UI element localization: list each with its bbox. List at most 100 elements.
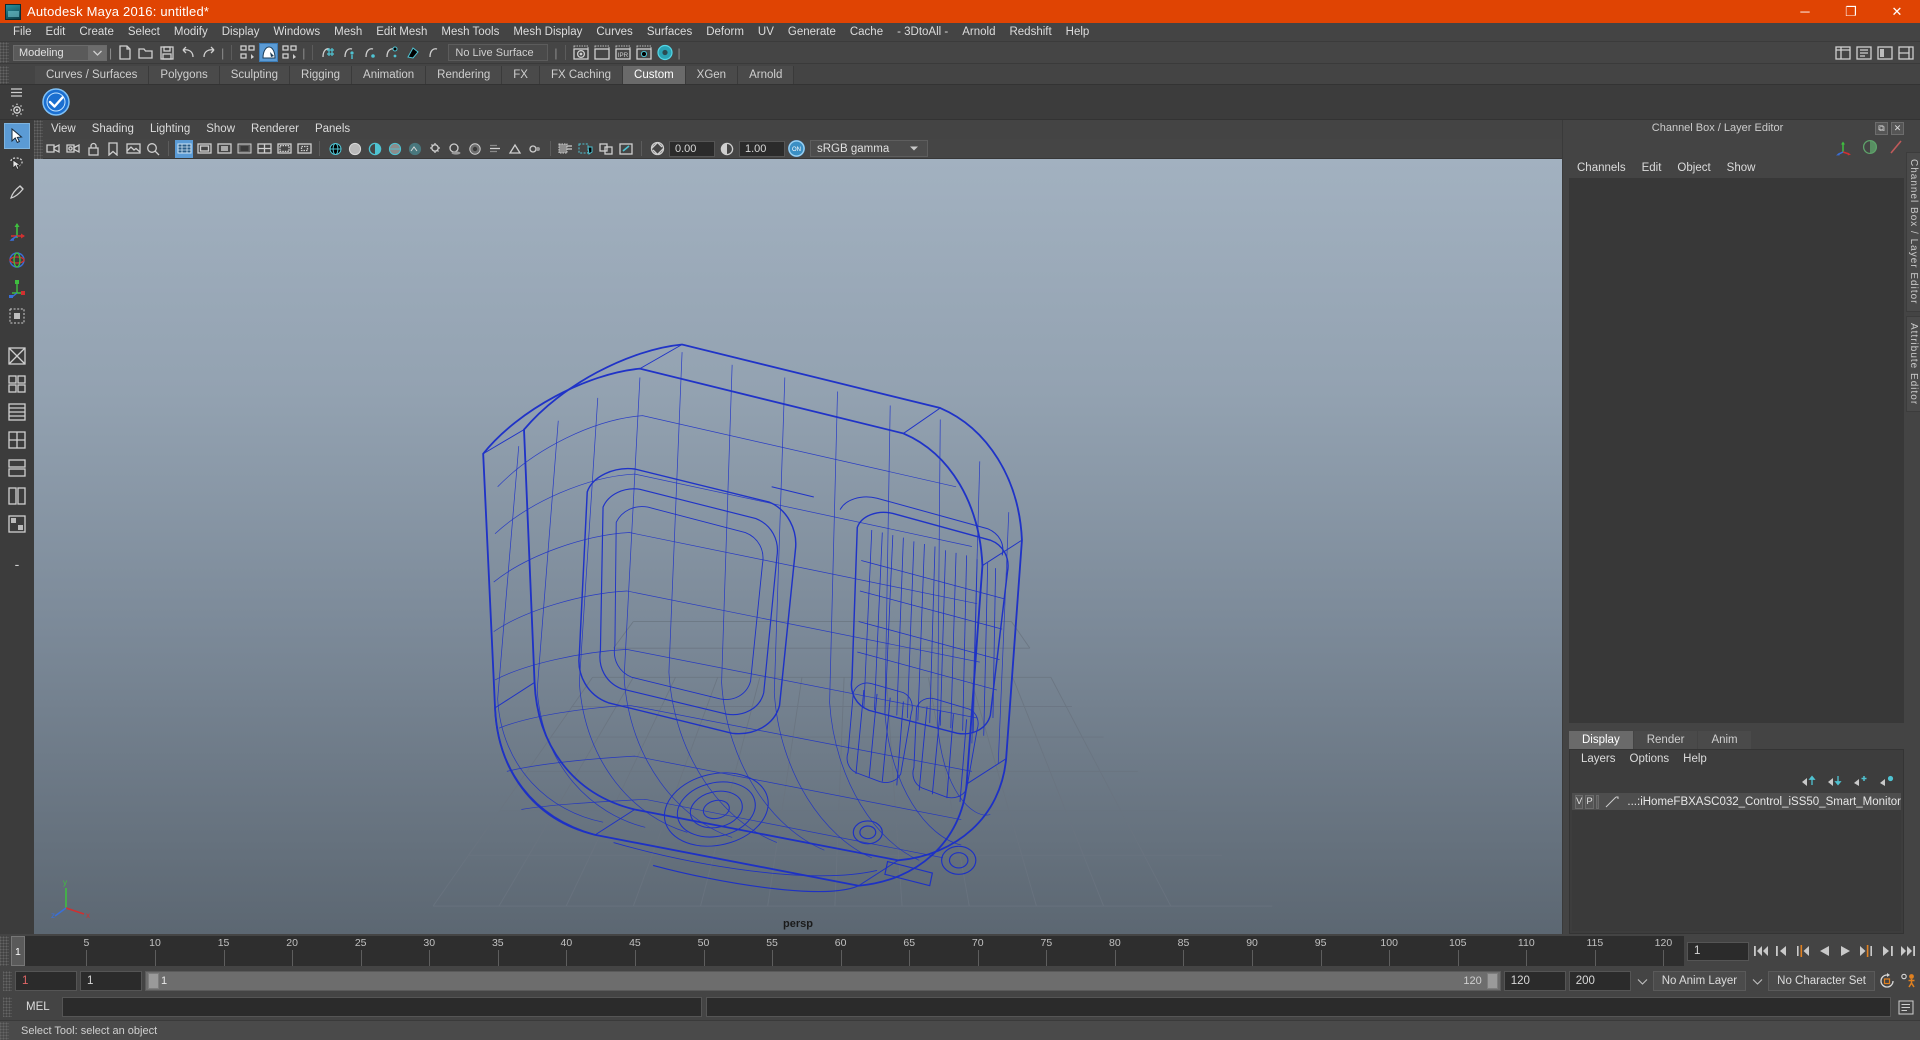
range-slider[interactable]: 1 120: [145, 971, 1501, 991]
menu-modify[interactable]: Modify: [167, 23, 215, 42]
layer-shading-icon[interactable]: [1604, 795, 1620, 809]
channel-box-list[interactable]: [1569, 178, 1904, 723]
menu-display[interactable]: Display: [215, 23, 267, 42]
viewport-toolbar-grip[interactable]: [34, 138, 43, 159]
layer-row[interactable]: V P ...:iHomeFBXASC032_Control_iSS50_Sma…: [1572, 793, 1901, 810]
shade-all-icon[interactable]: [366, 140, 384, 158]
collapse-toolbox-button[interactable]: -: [4, 551, 30, 577]
time-slider-grip[interactable]: [0, 936, 9, 966]
select-camera-icon[interactable]: [44, 140, 62, 158]
menu-generate[interactable]: Generate: [781, 23, 843, 42]
viewport-menu-lighting[interactable]: Lighting: [142, 120, 198, 139]
field-chart-icon[interactable]: [255, 140, 273, 158]
color-management-icon[interactable]: ON: [788, 140, 805, 157]
motion-blur-icon[interactable]: [486, 140, 504, 158]
wireframe-on-shaded-icon[interactable]: [386, 140, 404, 158]
rotate-tool[interactable]: [4, 247, 30, 273]
render-region-icon[interactable]: [593, 43, 612, 62]
exposure-field[interactable]: 0.00: [669, 140, 715, 157]
chevron-down-icon[interactable]: [1634, 978, 1651, 985]
move-tool[interactable]: [4, 219, 30, 245]
layer-tab-anim[interactable]: Anim: [1698, 731, 1751, 749]
menu-3dtoall[interactable]: - 3DtoAll -: [890, 23, 955, 42]
viewport-menu-view[interactable]: View: [43, 120, 84, 139]
film-gate-icon[interactable]: [195, 140, 213, 158]
snap-to-curve-icon[interactable]: [340, 43, 359, 62]
exposure-icon[interactable]: [648, 140, 666, 158]
depth-of-field-icon[interactable]: [526, 140, 544, 158]
menu-cache[interactable]: Cache: [843, 23, 890, 42]
slash-icon[interactable]: [1888, 139, 1904, 155]
shadows-icon[interactable]: [446, 140, 464, 158]
toolbar-divider-3[interactable]: |: [300, 46, 307, 60]
layer-menu-options[interactable]: Options: [1623, 750, 1677, 769]
anim-layer-field[interactable]: No Anim Layer: [1652, 971, 1747, 991]
screen-space-ao-icon[interactable]: [466, 140, 484, 158]
hypershade-icon[interactable]: [656, 43, 675, 62]
time-slider-track[interactable]: 1 5 10 15 20 25 30 35 40 45 50 55 60 65 70 75 80 85 90 95 1…: [11, 936, 1684, 966]
smooth-shade-icon[interactable]: [346, 140, 364, 158]
gear-icon[interactable]: [10, 103, 25, 118]
show-modeling-toolkit-icon[interactable]: [1896, 44, 1915, 63]
camera-attributes-icon[interactable]: [64, 140, 82, 158]
layer-visibility-toggle[interactable]: V: [1575, 794, 1584, 809]
shelf-tab-xgen[interactable]: XGen: [685, 66, 739, 84]
animation-preferences-icon[interactable]: [1899, 972, 1917, 991]
close-button[interactable]: ✕: [1874, 0, 1920, 23]
toolbar-divider-2[interactable]: |: [219, 46, 226, 60]
redo-icon[interactable]: [199, 43, 218, 62]
gamma-icon[interactable]: [718, 140, 736, 158]
animation-end-field[interactable]: 200: [1568, 971, 1631, 991]
status-bar-grip[interactable]: [0, 1021, 9, 1040]
gamma-field[interactable]: 1.00: [739, 140, 785, 157]
channel-menu-edit[interactable]: Edit: [1634, 158, 1670, 178]
menu-select[interactable]: Select: [121, 23, 167, 42]
select-by-hierarchy-icon[interactable]: [238, 43, 257, 62]
new-layer-icon[interactable]: [1853, 774, 1869, 787]
snap-to-grid-icon[interactable]: [319, 43, 338, 62]
shelf-tab-arnold[interactable]: Arnold: [738, 66, 795, 84]
maximize-button[interactable]: ❐: [1828, 0, 1874, 23]
shelf-tab-curves-surfaces[interactable]: Curves / Surfaces: [35, 66, 150, 84]
toolbar-divider-5[interactable]: |: [676, 46, 683, 60]
script-editor-icon[interactable]: [1895, 997, 1917, 1017]
chevron-down-icon[interactable]: [1749, 978, 1766, 985]
range-end-field[interactable]: 120: [1503, 971, 1566, 991]
viewport-menu-renderer[interactable]: Renderer: [243, 120, 307, 139]
single-perspective-layout[interactable]: [4, 343, 30, 369]
layer-tab-render[interactable]: Render: [1633, 731, 1698, 749]
grid-toggle-icon[interactable]: [175, 139, 193, 158]
menu-set-selector[interactable]: Modeling: [13, 44, 107, 61]
play-forwards-icon[interactable]: [1836, 942, 1854, 961]
save-scene-icon[interactable]: [157, 43, 176, 62]
menu-curves[interactable]: Curves: [589, 23, 639, 42]
move-layer-down-icon[interactable]: [1827, 774, 1843, 787]
more-layouts[interactable]: [4, 511, 30, 537]
shelf-tab-fx-caching[interactable]: FX Caching: [539, 66, 624, 84]
shelf-tab-animation[interactable]: Animation: [352, 66, 427, 84]
toolbar-divider-1[interactable]: |: [107, 46, 114, 60]
shelf-tab-custom[interactable]: Custom: [623, 66, 686, 84]
xray-active-components-icon[interactable]: [617, 140, 635, 158]
snap-to-projected-center-icon[interactable]: [382, 43, 401, 62]
toolbar-grip[interactable]: [0, 42, 9, 63]
wireframe-icon[interactable]: [326, 140, 344, 158]
gate-mask-icon[interactable]: [235, 140, 253, 158]
menu-create[interactable]: Create: [72, 23, 121, 42]
menu-file[interactable]: File: [6, 23, 39, 42]
toolbar-divider-4[interactable]: |: [552, 46, 559, 60]
menu-mesh-display[interactable]: Mesh Display: [506, 23, 589, 42]
show-attribute-editor-icon[interactable]: [1854, 44, 1873, 63]
two-d-pan-zoom-icon[interactable]: [144, 140, 162, 158]
command-response-field[interactable]: [705, 997, 1891, 1017]
safe-title-icon[interactable]: [295, 140, 313, 158]
viewport-menu-shading[interactable]: Shading: [84, 120, 142, 139]
layer-tab-display[interactable]: Display: [1569, 731, 1633, 749]
layer-name[interactable]: ...:iHomeFBXASC032_Control_iSS50_Smart_M…: [1627, 796, 1901, 808]
safe-action-icon[interactable]: [275, 140, 293, 158]
range-start-handle[interactable]: [148, 973, 159, 989]
menu-arnold[interactable]: Arnold: [955, 23, 1002, 42]
menu-help[interactable]: Help: [1059, 23, 1097, 42]
step-back-key-icon[interactable]: [1794, 942, 1812, 961]
live-surface-field[interactable]: No Live Surface: [448, 44, 549, 61]
